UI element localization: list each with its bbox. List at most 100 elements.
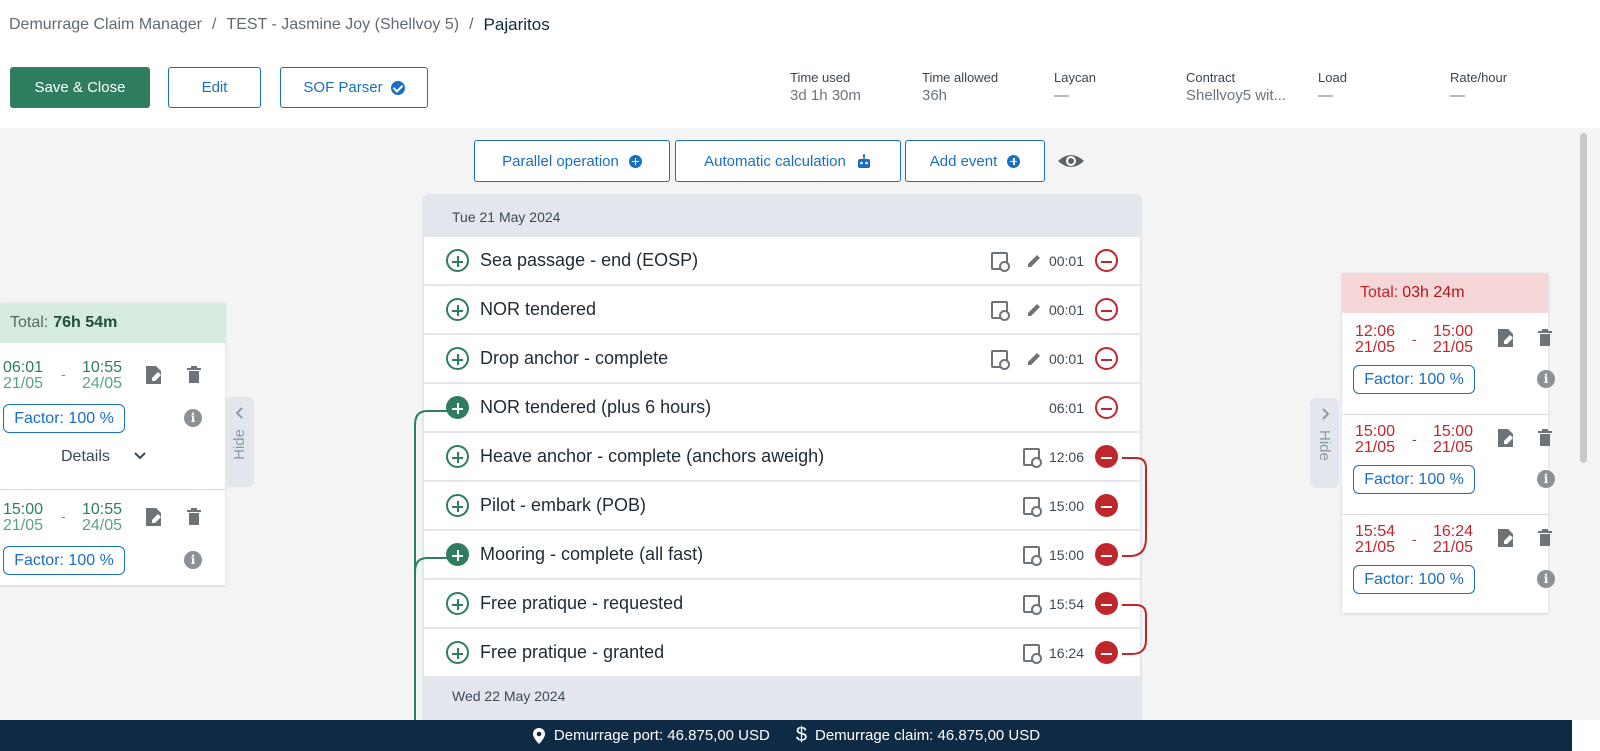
end-date: 21/05: [1433, 539, 1474, 556]
event-row[interactable]: NOR tendered 00:01: [424, 286, 1140, 333]
panel-total: Total: 76h 54m: [0, 303, 225, 343]
day-header: Wed 22 May 2024: [452, 688, 566, 704]
remove-icon[interactable]: [1095, 445, 1118, 468]
breadcrumb-item-claim-manager[interactable]: Demurrage Claim Manager: [9, 16, 202, 34]
info-icon[interactable]: i: [1537, 570, 1555, 588]
document-search-icon[interactable]: [1023, 546, 1042, 566]
trash-icon[interactable]: [1537, 328, 1553, 347]
remove-icon[interactable]: [1095, 249, 1118, 272]
edit-button[interactable]: Edit: [168, 67, 261, 108]
event-row[interactable]: Mooring - complete (all fast) 15:00: [424, 531, 1140, 578]
remove-icon[interactable]: [1095, 641, 1118, 664]
remove-icon[interactable]: [1095, 396, 1118, 419]
details-toggle[interactable]: Details: [61, 448, 110, 466]
add-parallel-icon[interactable]: [446, 347, 469, 370]
sof-parser-button[interactable]: SOF Parser: [280, 67, 428, 108]
stat-value: —: [1450, 87, 1465, 104]
edit-document-icon[interactable]: [1497, 528, 1514, 548]
info-icon[interactable]: i: [184, 409, 202, 427]
trash-icon[interactable]: [1537, 528, 1553, 547]
vertical-scrollbar[interactable]: [1572, 128, 1600, 720]
event-row[interactable]: Heave anchor - complete (anchors aweigh)…: [424, 433, 1140, 480]
parallel-operation-button[interactable]: Parallel operation: [474, 140, 670, 182]
document-search-icon[interactable]: [1023, 497, 1042, 517]
stat-value: 3d 1h 30m: [790, 87, 861, 104]
laytime-panel-right: Total: 03h 24m 12:06 21/05 - 15:00 21/05…: [1342, 273, 1555, 613]
period-entry: 15:00 21/05 - 10:55 24/05 Factor: 100 % …: [0, 495, 225, 585]
scrollbar-thumb[interactable]: [1580, 133, 1587, 463]
total-value: 03h 24m: [1402, 284, 1465, 301]
event-row[interactable]: Pilot - embark (POB) 15:00: [424, 482, 1140, 529]
trash-icon[interactable]: [1537, 428, 1553, 447]
document-search-icon[interactable]: [991, 301, 1010, 321]
eye-icon[interactable]: [1057, 152, 1085, 170]
add-event-button[interactable]: Add event: [905, 140, 1045, 182]
stat-value: —: [1318, 87, 1333, 104]
stat-label: Load: [1318, 70, 1347, 85]
sof-parser-label: SOF Parser: [303, 79, 383, 96]
automatic-calculation-button[interactable]: Automatic calculation: [675, 140, 901, 182]
edit-document-icon[interactable]: [145, 507, 162, 527]
stat-load: Load —: [1318, 70, 1347, 104]
chevron-down-icon[interactable]: [133, 451, 147, 461]
automatic-calculation-label: Automatic calculation: [704, 152, 846, 170]
stat-label: Contract: [1186, 70, 1236, 85]
document-search-icon[interactable]: [1023, 644, 1042, 664]
trash-icon[interactable]: [186, 507, 202, 526]
remove-icon[interactable]: [1095, 298, 1118, 321]
document-search-icon[interactable]: [1023, 595, 1042, 615]
breadcrumb-separator: /: [469, 16, 474, 33]
hide-label: Hide: [1316, 430, 1333, 461]
demurrage-port: Demurrage port: 46.875,00 USD: [532, 727, 770, 745]
hide-right-panel-button[interactable]: Hide: [1310, 398, 1339, 488]
info-icon[interactable]: i: [1537, 370, 1555, 388]
remove-icon[interactable]: [1095, 347, 1118, 370]
factor-badge[interactable]: Factor: 100 %: [3, 546, 125, 575]
factor-badge[interactable]: Factor: 100 %: [1353, 465, 1475, 494]
trash-icon[interactable]: [186, 365, 202, 384]
factor-badge[interactable]: Factor: 100 %: [1353, 365, 1475, 394]
add-parallel-icon[interactable]: [446, 298, 469, 321]
info-icon[interactable]: i: [184, 551, 202, 569]
remove-icon[interactable]: [1095, 543, 1118, 566]
factor-badge[interactable]: Factor: 100 %: [3, 404, 125, 433]
edit-document-icon[interactable]: [145, 365, 162, 385]
add-parallel-icon[interactable]: [446, 249, 469, 272]
hide-left-panel-button[interactable]: Hide: [225, 397, 254, 487]
remove-icon[interactable]: [1095, 494, 1118, 517]
chevron-left-icon: [235, 407, 243, 419]
document-search-icon[interactable]: [991, 350, 1010, 370]
save-close-button[interactable]: Save & Close: [10, 67, 150, 108]
event-time: 15:54: [1048, 595, 1084, 612]
plus-circle-icon: [1007, 154, 1021, 168]
pencil-icon[interactable]: [1026, 302, 1042, 318]
breadcrumb-item-vessel[interactable]: TEST - Jasmine Joy (Shellvoy 5): [226, 16, 459, 34]
event-time: 00:01: [1048, 350, 1084, 367]
event-row[interactable]: Drop anchor - complete 00:01: [424, 335, 1140, 382]
event-row[interactable]: Free pratique - granted 16:24: [424, 629, 1140, 676]
event-row[interactable]: Free pratique - requested 15:54: [424, 580, 1140, 627]
stat-time-allowed: Time allowed 36h: [922, 70, 998, 104]
start-date: 21/05: [3, 375, 44, 392]
edit-document-icon[interactable]: [1497, 328, 1514, 348]
end-time: 15:00: [1433, 423, 1474, 440]
document-search-icon[interactable]: [1023, 448, 1042, 468]
event-name: Drop anchor - complete: [480, 348, 669, 368]
pencil-icon[interactable]: [1026, 253, 1042, 269]
start-time: 15:00: [3, 501, 44, 518]
dollar-icon: $: [795, 724, 807, 746]
remove-icon[interactable]: [1095, 592, 1118, 615]
parallel-operation-label: Parallel operation: [502, 152, 619, 170]
event-row[interactable]: NOR tendered (plus 6 hours) 06:01: [424, 384, 1140, 431]
laytime-panel-left: Total: 76h 54m 06:01 21/05 - 10:55 24/05…: [0, 303, 225, 585]
document-search-icon[interactable]: [991, 252, 1010, 272]
total-label: Total:: [1360, 284, 1399, 301]
demurrage-port-label: Demurrage port: 46.875,00 USD: [553, 727, 770, 744]
event-time: 16:24: [1048, 644, 1084, 661]
info-icon[interactable]: i: [1537, 470, 1555, 488]
event-row[interactable]: Sea passage - end (EOSP) 00:01: [424, 237, 1140, 284]
pencil-icon[interactable]: [1026, 351, 1042, 367]
edit-document-icon[interactable]: [1497, 428, 1514, 448]
factor-badge[interactable]: Factor: 100 %: [1353, 565, 1475, 594]
event-name: NOR tendered (plus 6 hours): [480, 397, 712, 417]
